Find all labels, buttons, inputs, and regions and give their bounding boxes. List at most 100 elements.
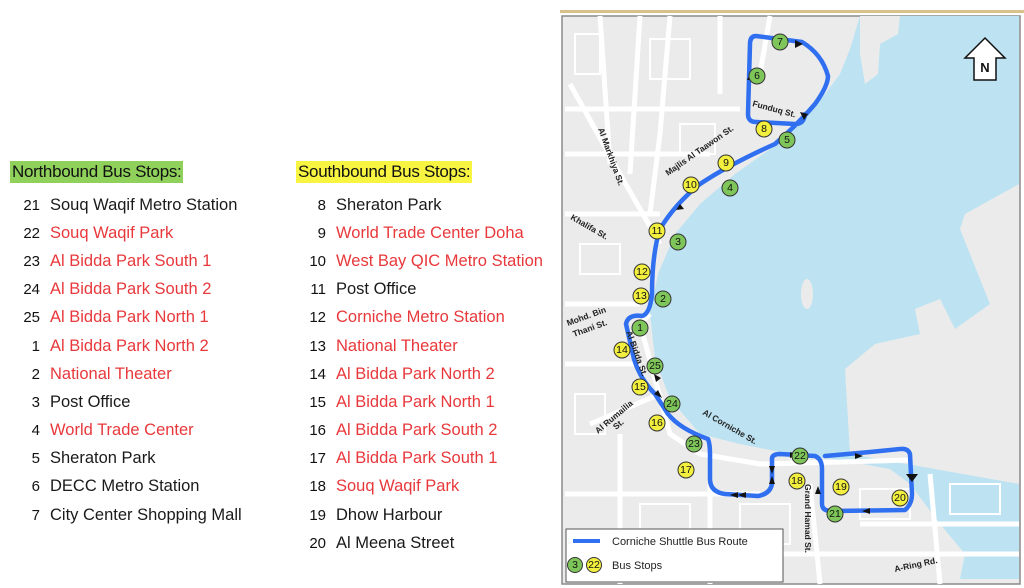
stop-list-item: 4 World Trade Center [10,417,242,445]
map-top-border [560,10,1024,13]
stop-name: Souq Waqif Park [336,477,460,496]
stop-marker-number: 7 [777,36,783,48]
stop-name: Al Bidda Park South 2 [50,280,212,299]
stop-number: 13 [309,337,326,355]
southbound-bus-stop-marker[interactable]: 10 [682,176,700,194]
northbound-stop-list: 21 Souq Waqif Metro Station 22 Souq Waqif P… [10,191,242,529]
street-label-grand-hamad: Grand Hamad St. [803,484,813,553]
stop-marker-number: 18 [791,475,803,487]
stop-name: Sheraton Park [336,195,442,214]
northbound-bus-stop-marker[interactable]: 23 [685,435,703,453]
southbound-bus-stop-marker[interactable]: 16 [648,414,666,432]
stop-name: Al Bidda Park South 1 [50,251,212,270]
stop-marker-number: 21 [829,508,841,520]
stop-marker-number: 15 [634,381,646,393]
stop-name: Souq Waqif Metro Station [50,195,238,214]
stop-number: 10 [309,252,326,270]
stop-name: Post Office [50,392,131,411]
stop-name: Post Office [336,280,417,299]
southbound-bus-stop-marker[interactable]: 19 [832,478,850,496]
stop-name: Al Bidda Park North 1 [336,392,495,411]
stop-list-item: 3 Post Office [10,388,242,416]
northbound-bus-stop-marker[interactable]: 6 [748,67,766,85]
stop-number: 12 [309,309,326,327]
stop-marker-number: 8 [761,123,767,135]
map-legend: Corniche Shuttle Bus Route 3 22 Bus Stop… [565,528,784,583]
stop-marker-number: 20 [894,492,906,504]
stop-number: 24 [23,281,40,299]
southbound-bus-stop-marker[interactable]: 18 [788,472,806,490]
stop-marker-number: 17 [680,464,692,476]
stop-marker-number: 10 [685,179,697,191]
northbound-bus-stop-marker[interactable]: 22 [791,447,809,465]
stop-name: City Center Shopping Mall [50,505,242,524]
stop-number: 17 [309,450,326,468]
southbound-section: Southbound Bus Stops: 8 Sheraton Park 9 Wor… [296,161,543,557]
northbound-bus-stop-marker[interactable]: 5 [778,131,796,149]
southbound-bus-stop-marker[interactable]: 17 [677,461,695,479]
southbound-bus-stop-marker[interactable]: 12 [633,263,651,281]
northbound-bus-stop-marker[interactable]: 25 [646,357,664,375]
legend-sample-green: 3 [572,559,578,571]
stop-list-item: 18 Souq Waqif Park [296,473,543,501]
stop-name: National Theater [336,336,458,355]
stop-list-item: 14 Al Bidda Park North 2 [296,360,543,388]
stop-number: 1 [31,337,40,355]
northbound-heading: Northbound Bus Stops: [10,161,184,183]
stop-number: 6 [31,478,40,496]
stop-marker-number: 19 [835,481,847,493]
southbound-bus-stop-marker[interactable]: 8 [755,120,773,138]
stop-number: 21 [23,196,40,214]
stop-name: National Theater [50,364,172,383]
northbound-bus-stop-marker[interactable]: 2 [654,290,672,308]
northbound-bus-stop-marker[interactable]: 1 [631,319,649,337]
stop-marker-number: 13 [635,290,647,302]
stop-number: 2 [31,365,40,383]
stop-list-item: 1 Al Bidda Park North 2 [10,332,242,360]
stop-name: Al Bidda Park South 1 [336,449,498,468]
stop-list-item: 19 Dhow Harbour [296,501,543,529]
stop-number: 14 [309,365,326,383]
northbound-bus-stop-marker[interactable]: 21 [826,505,844,523]
southbound-bus-stop-marker[interactable]: 15 [631,378,649,396]
stop-name: Dhow Harbour [336,505,443,524]
northbound-bus-stop-marker[interactable]: 7 [771,33,789,51]
stop-number: 23 [23,252,40,270]
southbound-bus-stop-marker[interactable]: 13 [632,287,650,305]
stop-marker-number: 12 [636,266,648,278]
stop-name: Sheraton Park [50,449,156,468]
northbound-bus-stop-marker[interactable]: 3 [669,233,687,251]
stop-name: Al Bidda Park North 1 [50,308,209,327]
stop-list-item: 11 Post Office [296,276,543,304]
northbound-bus-stop-marker[interactable]: 4 [721,179,739,197]
legend-route-label: Corniche Shuttle Bus Route [612,536,748,548]
stop-name: Al Meena Street [336,533,455,552]
stop-list-item: 9 World Trade Center Doha [296,219,543,247]
stop-list-item: 2 National Theater [10,360,242,388]
stop-marker-number: 4 [727,182,733,194]
stop-name: Al Bidda Park North 2 [336,364,495,383]
stop-list-item: 8 Sheraton Park [296,191,543,219]
southbound-bus-stop-marker[interactable]: 14 [613,341,631,359]
stop-number: 20 [309,534,326,552]
stop-marker-number: 1 [637,322,643,334]
stop-name: Souq Waqif Park [50,223,174,242]
stop-list-item: 12 Corniche Metro Station [296,304,543,332]
stop-list-item: 21 Souq Waqif Metro Station [10,191,242,219]
stop-marker-number: 25 [649,360,661,372]
stop-number: 5 [31,450,40,468]
southbound-bus-stop-marker[interactable]: 20 [891,489,909,507]
northbound-bus-stop-marker[interactable]: 24 [663,395,681,413]
stop-marker-number: 9 [723,157,729,169]
stop-number: 16 [309,422,326,440]
island [801,279,813,309]
stop-marker-number: 2 [660,293,666,305]
southbound-bus-stop-marker[interactable]: 11 [648,222,666,240]
southbound-heading: Southbound Bus Stops: [296,161,473,183]
southbound-bus-stop-marker[interactable]: 9 [717,154,735,172]
stop-list-item: 24 Al Bidda Park South 2 [10,276,242,304]
stop-number: 8 [317,196,326,214]
stop-list-item: 17 Al Bidda Park South 1 [296,445,543,473]
stop-number: 25 [23,309,40,327]
stop-name: DECC Metro Station [50,477,200,496]
